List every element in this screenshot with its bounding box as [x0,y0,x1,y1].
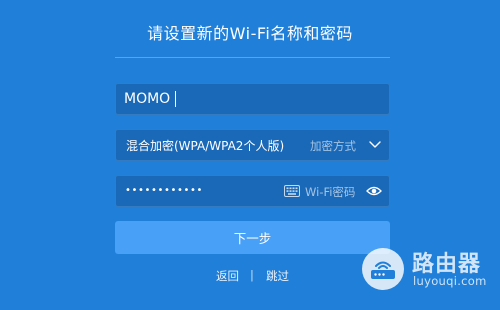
encryption-select[interactable]: 混合加密(WPA/WPA2个人版) 加密方式 [115,129,390,161]
keyboard-icon[interactable] [284,185,300,197]
page-title: 请设置新的Wi-Fi名称和密码 [147,24,353,43]
password-placeholder: Wi-Fi密码 [305,185,356,199]
link-separator: | [250,268,254,282]
back-link[interactable]: 返回 [216,268,239,284]
wifi-password-field[interactable]: •••••••••••• Wi-Fi密码 [115,175,390,207]
skip-link[interactable]: 跳过 [266,268,289,284]
watermark: 路由器 luyouqi.com [361,244,491,296]
chevron-down-icon[interactable] [368,139,382,151]
encryption-selected-value: 混合加密(WPA/WPA2个人版) [126,139,285,153]
title-divider [115,57,390,58]
watermark-url: luyouqi.com [413,274,487,288]
wifi-name-field[interactable] [115,83,390,115]
router-logo-icon [362,248,404,290]
text-cursor [175,91,176,107]
wifi-name-input[interactable] [124,84,379,114]
encryption-label: 加密方式 [310,139,356,153]
next-step-button[interactable]: 下一步 [115,221,390,254]
password-masked-value: •••••••••••• [125,185,203,196]
eye-icon[interactable] [366,185,382,197]
